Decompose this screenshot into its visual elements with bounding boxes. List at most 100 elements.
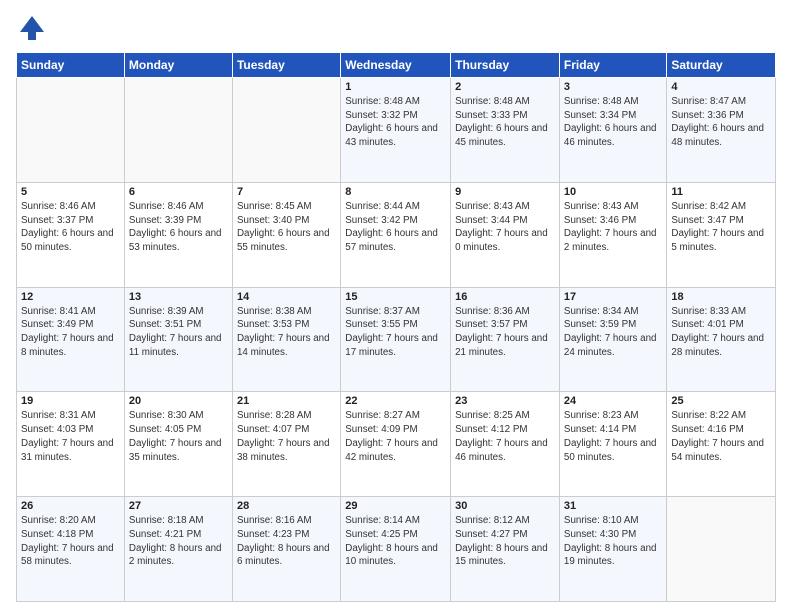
day-info: Sunrise: 8:27 AMSunset: 4:09 PMDaylight:… [345,409,446,464]
day-info: Sunrise: 8:10 AMSunset: 4:30 PMDaylight:… [564,514,662,569]
day-info: Sunrise: 8:39 AMSunset: 3:51 PMDaylight:… [129,305,228,360]
day-number: 18 [671,291,771,303]
day-info: Sunrise: 8:23 AMSunset: 4:14 PMDaylight:… [564,409,662,464]
day-info: Sunrise: 8:22 AMSunset: 4:16 PMDaylight:… [671,409,771,464]
calendar-cell: 17 Sunrise: 8:34 AMSunset: 3:59 PMDayligh… [559,287,666,392]
calendar-header-friday: Friday [559,53,666,78]
day-number: 31 [564,500,662,512]
calendar-week-5: 26 Sunrise: 8:20 AMSunset: 4:18 PMDayligh… [17,497,776,602]
day-number: 24 [564,395,662,407]
calendar-cell: 7 Sunrise: 8:45 AMSunset: 3:40 PMDaylight… [232,182,340,287]
calendar-cell [232,78,340,183]
calendar-cell [17,78,125,183]
calendar-cell: 6Sunrise: 8:46 AMSunset: 3:39 PMDaylight… [124,182,232,287]
calendar-header-monday: Monday [124,53,232,78]
day-number: 13 [129,291,228,303]
calendar-cell: 29Sunrise: 8:14 AMSunset: 4:25 PMDayligh… [341,497,451,602]
calendar-cell: 23Sunrise: 8:25 AMSunset: 4:12 PMDayligh… [451,392,560,497]
calendar-header-thursday: Thursday [451,53,560,78]
day-number: 22 [345,395,446,407]
calendar-cell: 8 Sunrise: 8:44 AMSunset: 3:42 PMDaylight… [341,182,451,287]
day-number: 30 [455,500,555,512]
day-info: Sunrise: 8:38 AMSunset: 3:53 PMDaylight:… [237,305,336,360]
calendar-cell: 25 Sunrise: 8:22 AMSunset: 4:16 PMDayligh… [667,392,776,497]
day-info: Sunrise: 8:48 AMSunset: 3:33 PMDaylight:… [455,95,555,150]
day-number: 23 [455,395,555,407]
calendar-cell: 13 Sunrise: 8:39 AMSunset: 3:51 PMDayligh… [124,287,232,392]
calendar-cell: 9Sunrise: 8:43 AMSunset: 3:44 PMDaylight… [451,182,560,287]
logo [16,12,52,44]
calendar-cell: 3 Sunrise: 8:48 AMSunset: 3:34 PMDaylight… [559,78,666,183]
calendar-week-1: 1Sunrise: 8:48 AMSunset: 3:32 PMDaylight… [17,78,776,183]
day-info: Sunrise: 8:41 AMSunset: 3:49 PMDaylight:… [21,305,120,360]
calendar-header-sunday: Sunday [17,53,125,78]
calendar-cell: 14 Sunrise: 8:38 AMSunset: 3:53 PMDayligh… [232,287,340,392]
day-number: 16 [455,291,555,303]
day-info: Sunrise: 8:33 AMSunset: 4:01 PMDaylight:… [671,305,771,360]
calendar-cell: 15Sunrise: 8:37 AMSunset: 3:55 PMDayligh… [341,287,451,392]
day-number: 3 [564,81,662,93]
calendar-cell [124,78,232,183]
calendar-cell: 21Sunrise: 8:28 AMSunset: 4:07 PMDayligh… [232,392,340,497]
calendar-cell: 26 Sunrise: 8:20 AMSunset: 4:18 PMDayligh… [17,497,125,602]
day-number: 10 [564,186,662,198]
calendar-cell: 31 Sunrise: 8:10 AMSunset: 4:30 PMDayligh… [559,497,666,602]
day-number: 20 [129,395,228,407]
calendar-cell: 20 Sunrise: 8:30 AMSunset: 4:05 PMDayligh… [124,392,232,497]
day-number: 26 [21,500,120,512]
page: SundayMondayTuesdayWednesdayThursdayFrid… [0,0,792,612]
calendar-cell: 4 Sunrise: 8:47 AMSunset: 3:36 PMDaylight… [667,78,776,183]
calendar-cell: 19 Sunrise: 8:31 AMSunset: 4:03 PMDayligh… [17,392,125,497]
calendar-cell: 1Sunrise: 8:48 AMSunset: 3:32 PMDaylight… [341,78,451,183]
day-number: 17 [564,291,662,303]
day-number: 19 [21,395,120,407]
day-info: Sunrise: 8:48 AMSunset: 3:34 PMDaylight:… [564,95,662,150]
calendar-cell: 11 Sunrise: 8:42 AMSunset: 3:47 PMDayligh… [667,182,776,287]
day-number: 5 [21,186,120,198]
calendar-week-2: 5Sunrise: 8:46 AMSunset: 3:37 PMDaylight… [17,182,776,287]
day-number: 7 [237,186,336,198]
calendar-header-row: SundayMondayTuesdayWednesdayThursdayFrid… [17,53,776,78]
calendar-cell: 12 Sunrise: 8:41 AMSunset: 3:49 PMDayligh… [17,287,125,392]
calendar-header-saturday: Saturday [667,53,776,78]
day-number: 29 [345,500,446,512]
day-info: Sunrise: 8:42 AMSunset: 3:47 PMDaylight:… [671,200,771,255]
calendar-cell: 18 Sunrise: 8:33 AMSunset: 4:01 PMDayligh… [667,287,776,392]
day-info: Sunrise: 8:44 AMSunset: 3:42 PMDaylight:… [345,200,446,255]
day-info: Sunrise: 8:12 AMSunset: 4:27 PMDaylight:… [455,514,555,569]
calendar-cell: 22 Sunrise: 8:27 AMSunset: 4:09 PMDayligh… [341,392,451,497]
calendar-cell: 27 Sunrise: 8:18 AMSunset: 4:21 PMDayligh… [124,497,232,602]
calendar-cell: 16 Sunrise: 8:36 AMSunset: 3:57 PMDayligh… [451,287,560,392]
day-number: 27 [129,500,228,512]
day-number: 12 [21,291,120,303]
calendar-header-tuesday: Tuesday [232,53,340,78]
calendar-week-3: 12 Sunrise: 8:41 AMSunset: 3:49 PMDayligh… [17,287,776,392]
day-number: 14 [237,291,336,303]
day-info: Sunrise: 8:36 AMSunset: 3:57 PMDaylight:… [455,305,555,360]
day-info: Sunrise: 8:43 AMSunset: 3:46 PMDaylight:… [564,200,662,255]
day-info: Sunrise: 8:47 AMSunset: 3:36 PMDaylight:… [671,95,771,150]
calendar-cell: 28 Sunrise: 8:16 AMSunset: 4:23 PMDayligh… [232,497,340,602]
day-info: Sunrise: 8:20 AMSunset: 4:18 PMDaylight:… [21,514,120,569]
day-number: 8 [345,186,446,198]
calendar-cell: 5Sunrise: 8:46 AMSunset: 3:37 PMDaylight… [17,182,125,287]
calendar-header-wednesday: Wednesday [341,53,451,78]
day-info: Sunrise: 8:45 AMSunset: 3:40 PMDaylight:… [237,200,336,255]
day-number: 11 [671,186,771,198]
day-info: Sunrise: 8:31 AMSunset: 4:03 PMDaylight:… [21,409,120,464]
calendar-cell: 2 Sunrise: 8:48 AMSunset: 3:33 PMDaylight… [451,78,560,183]
day-number: 2 [455,81,555,93]
calendar-cell: 30 Sunrise: 8:12 AMSunset: 4:27 PMDayligh… [451,497,560,602]
day-info: Sunrise: 8:28 AMSunset: 4:07 PMDaylight:… [237,409,336,464]
day-info: Sunrise: 8:30 AMSunset: 4:05 PMDaylight:… [129,409,228,464]
day-info: Sunrise: 8:18 AMSunset: 4:21 PMDaylight:… [129,514,228,569]
logo-icon [16,12,48,44]
day-number: 4 [671,81,771,93]
header [16,12,776,44]
day-number: 28 [237,500,336,512]
calendar-cell [667,497,776,602]
day-number: 25 [671,395,771,407]
day-info: Sunrise: 8:16 AMSunset: 4:23 PMDaylight:… [237,514,336,569]
day-info: Sunrise: 8:34 AMSunset: 3:59 PMDaylight:… [564,305,662,360]
day-info: Sunrise: 8:46 AMSunset: 3:39 PMDaylight:… [129,200,228,255]
